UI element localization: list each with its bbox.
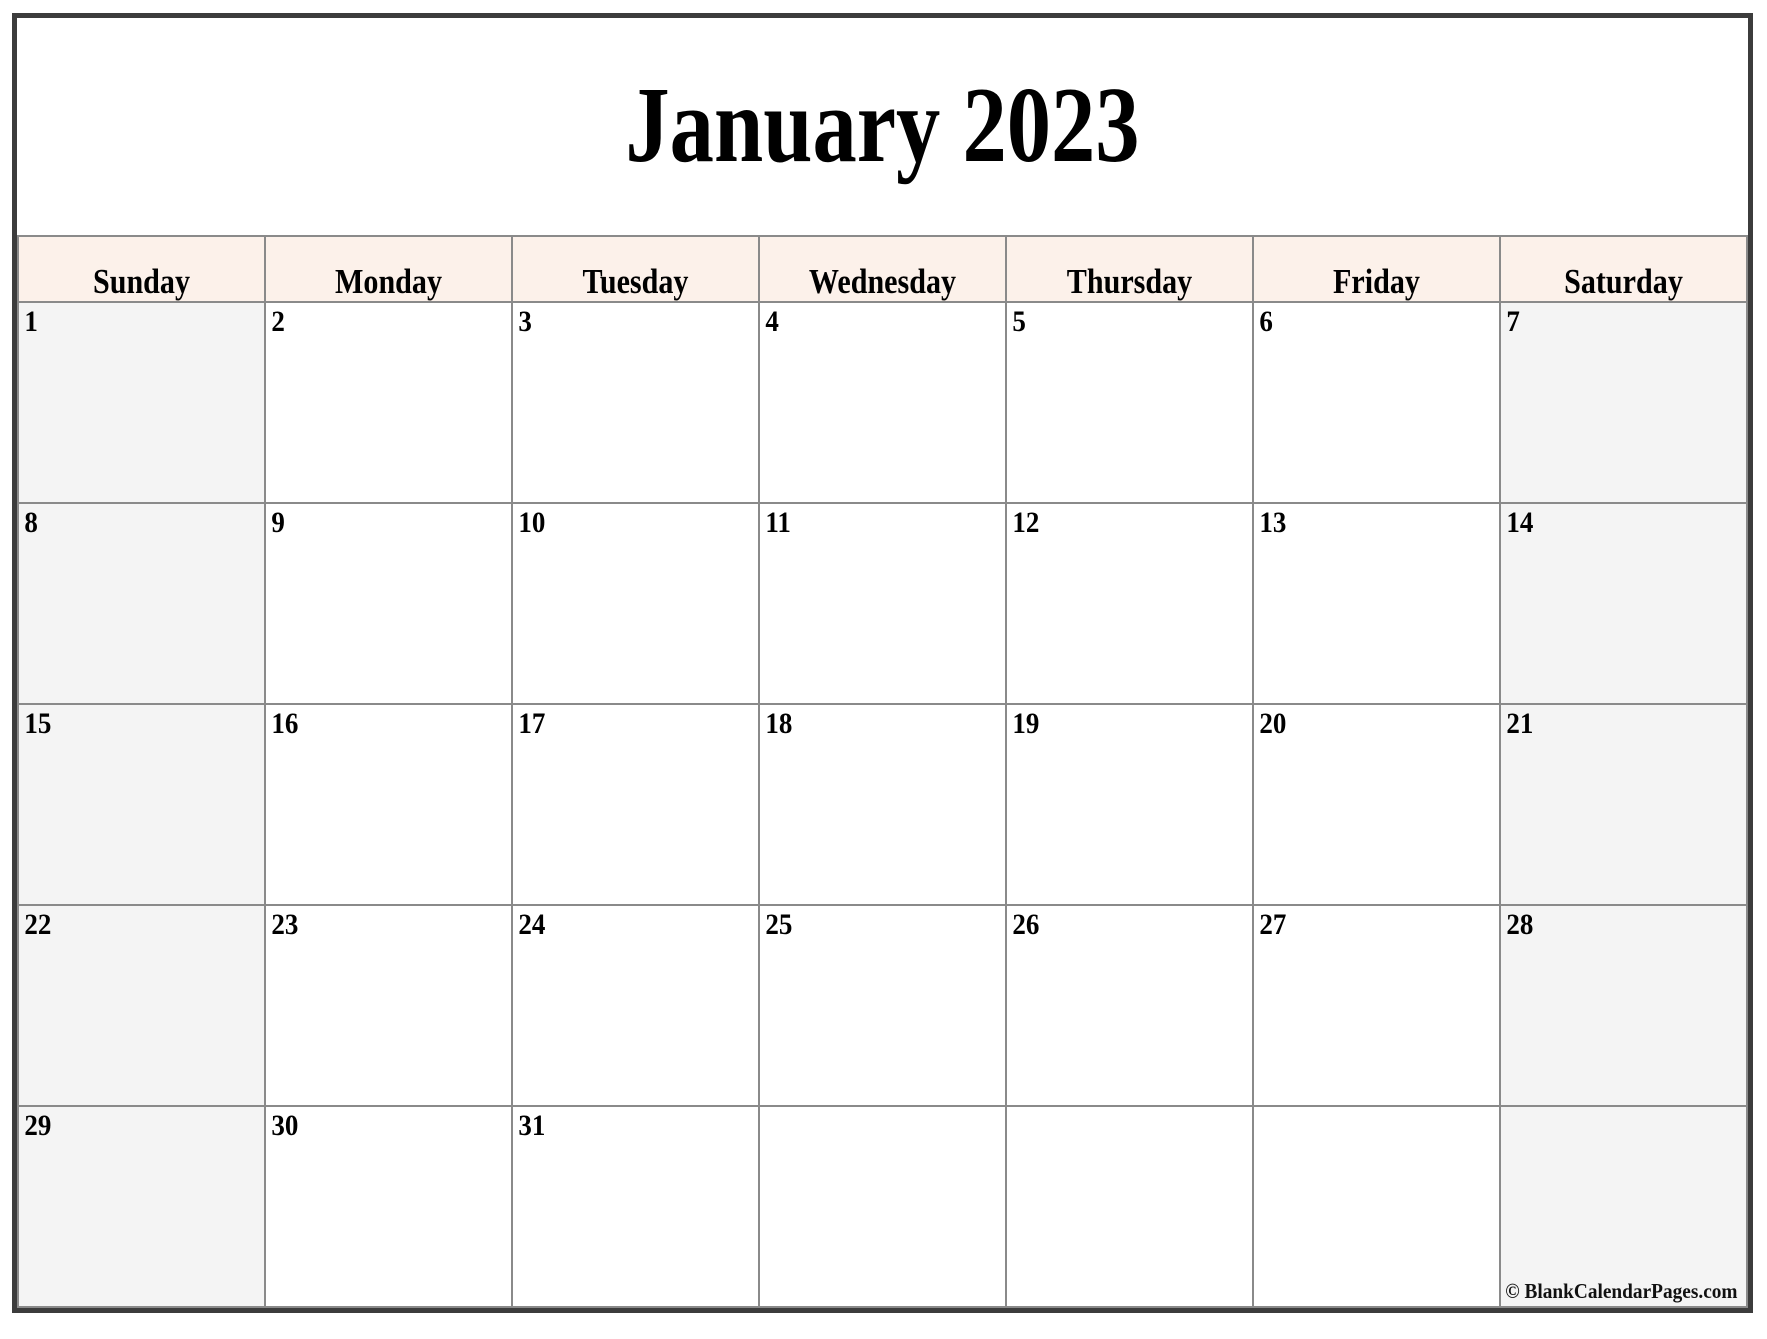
day-cell[interactable]: 14	[1499, 501, 1748, 705]
day-number: 10	[518, 505, 546, 539]
day-number: 17	[518, 706, 546, 740]
day-number: 4	[765, 304, 779, 338]
day-cell[interactable]: 4	[758, 300, 1007, 504]
day-cell[interactable]: 16	[264, 702, 513, 906]
day-cell[interactable]: 10	[511, 501, 760, 705]
day-number: 7	[1506, 304, 1520, 338]
day-cell[interactable]: 8	[17, 501, 266, 705]
day-cell[interactable]: 22	[17, 903, 266, 1107]
week-row: 15 16 17 18 19 20 21	[17, 702, 1748, 906]
day-number: 29	[24, 1108, 52, 1142]
day-cell[interactable]	[1005, 1104, 1254, 1309]
day-cell[interactable]	[758, 1104, 1007, 1309]
day-cell[interactable]: 7	[1499, 300, 1748, 504]
calendar-frame: January 2023 Sunday Monday Tuesday Wedne…	[12, 13, 1753, 1313]
day-cell[interactable]: 27	[1252, 903, 1501, 1107]
page-title: January 2023	[18, 18, 1747, 236]
day-number: 20	[1259, 706, 1287, 740]
day-number: 28	[1506, 907, 1534, 941]
weekday-header-saturday: Saturday	[1499, 234, 1748, 303]
day-number: 12	[1012, 505, 1040, 539]
day-number	[1007, 1107, 1228, 1144]
day-cell[interactable]: 25	[758, 903, 1007, 1107]
day-number: 21	[1506, 706, 1534, 740]
day-cell[interactable]: 12	[1005, 501, 1254, 705]
day-number	[1254, 1107, 1475, 1144]
weekday-header-label: Friday	[1333, 261, 1420, 301]
day-cell[interactable]: 24	[511, 903, 760, 1107]
day-cell[interactable]: 31	[511, 1104, 760, 1309]
weekday-header-monday: Monday	[264, 234, 513, 303]
day-number: 6	[1259, 304, 1273, 338]
day-cell[interactable]: © BlankCalendarPages.com	[1499, 1104, 1748, 1309]
day-cell[interactable]: 30	[264, 1104, 513, 1309]
day-number: 5	[1012, 304, 1026, 338]
day-cell[interactable]: 11	[758, 501, 1007, 705]
day-number: 3	[518, 304, 532, 338]
day-cell[interactable]	[1252, 1104, 1501, 1309]
week-row: 22 23 24 25 26 27 28	[17, 903, 1748, 1107]
weekday-header-thursday: Thursday	[1005, 234, 1254, 303]
day-number: 15	[24, 706, 52, 740]
day-number: 11	[765, 505, 791, 539]
weekday-header-label: Thursday	[1066, 261, 1193, 301]
weekday-header-label: Tuesday	[582, 261, 689, 301]
day-number: 18	[765, 706, 793, 740]
day-number: 27	[1259, 907, 1287, 941]
day-cell[interactable]: 23	[264, 903, 513, 1107]
day-number: 30	[271, 1108, 299, 1142]
day-cell[interactable]: 20	[1252, 702, 1501, 906]
day-number	[760, 1107, 981, 1144]
weekday-header-label: Monday	[334, 261, 443, 301]
day-cell[interactable]: 15	[17, 702, 266, 906]
day-number	[1501, 1107, 1722, 1144]
weekday-header-label: Wednesday	[808, 261, 957, 301]
day-number: 2	[271, 304, 285, 338]
day-cell[interactable]: 5	[1005, 300, 1254, 504]
day-number: 23	[271, 907, 299, 941]
day-cell[interactable]: 17	[511, 702, 760, 906]
weekday-header-label: Saturday	[1564, 261, 1683, 301]
day-cell[interactable]: 21	[1499, 702, 1748, 906]
day-number: 13	[1259, 505, 1287, 539]
day-number: 31	[518, 1108, 546, 1142]
title-row: January 2023	[18, 18, 1747, 236]
calendar-table: January 2023 Sunday Monday Tuesday Wedne…	[17, 18, 1748, 1309]
day-number: 9	[271, 505, 285, 539]
weekday-header-label: Sunday	[92, 261, 191, 301]
day-number: 26	[1012, 907, 1040, 941]
week-row: 1 2 3 4 5 6 7	[17, 300, 1748, 504]
day-cell[interactable]: 13	[1252, 501, 1501, 705]
day-cell[interactable]: 1	[17, 300, 266, 504]
copyright-credit: © BlankCalendarPages.com	[1505, 1279, 1738, 1303]
day-cell[interactable]: 26	[1005, 903, 1254, 1107]
day-cell[interactable]: 9	[264, 501, 513, 705]
day-number: 25	[765, 907, 793, 941]
weekday-header-row: Sunday Monday Tuesday Wednesday Thursday	[17, 234, 1748, 303]
weekday-header-sunday: Sunday	[17, 234, 266, 303]
day-number: 16	[271, 706, 299, 740]
day-number: 22	[24, 907, 52, 941]
day-cell[interactable]: 3	[511, 300, 760, 504]
weekday-header-friday: Friday	[1252, 234, 1501, 303]
week-row: 8 9 10 11 12 13 14	[17, 501, 1748, 705]
calendar-page: January 2023 Sunday Monday Tuesday Wedne…	[0, 0, 1767, 1339]
day-number: 24	[518, 907, 546, 941]
day-cell[interactable]: 6	[1252, 300, 1501, 504]
day-cell[interactable]: 28	[1499, 903, 1748, 1107]
day-number: 14	[1506, 505, 1534, 539]
page-title-text: January 2023	[625, 66, 1140, 186]
day-cell[interactable]: 29	[17, 1104, 266, 1309]
week-row: 29 30 31 © BlankCalendarPages.com	[17, 1104, 1748, 1309]
day-number: 8	[24, 505, 38, 539]
day-cell[interactable]: 18	[758, 702, 1007, 906]
day-cell[interactable]: 2	[264, 300, 513, 504]
day-cell[interactable]: 19	[1005, 702, 1254, 906]
day-number: 19	[1012, 706, 1040, 740]
weekday-header-wednesday: Wednesday	[758, 234, 1007, 303]
weekday-header-tuesday: Tuesday	[511, 234, 760, 303]
day-number: 1	[24, 304, 38, 338]
